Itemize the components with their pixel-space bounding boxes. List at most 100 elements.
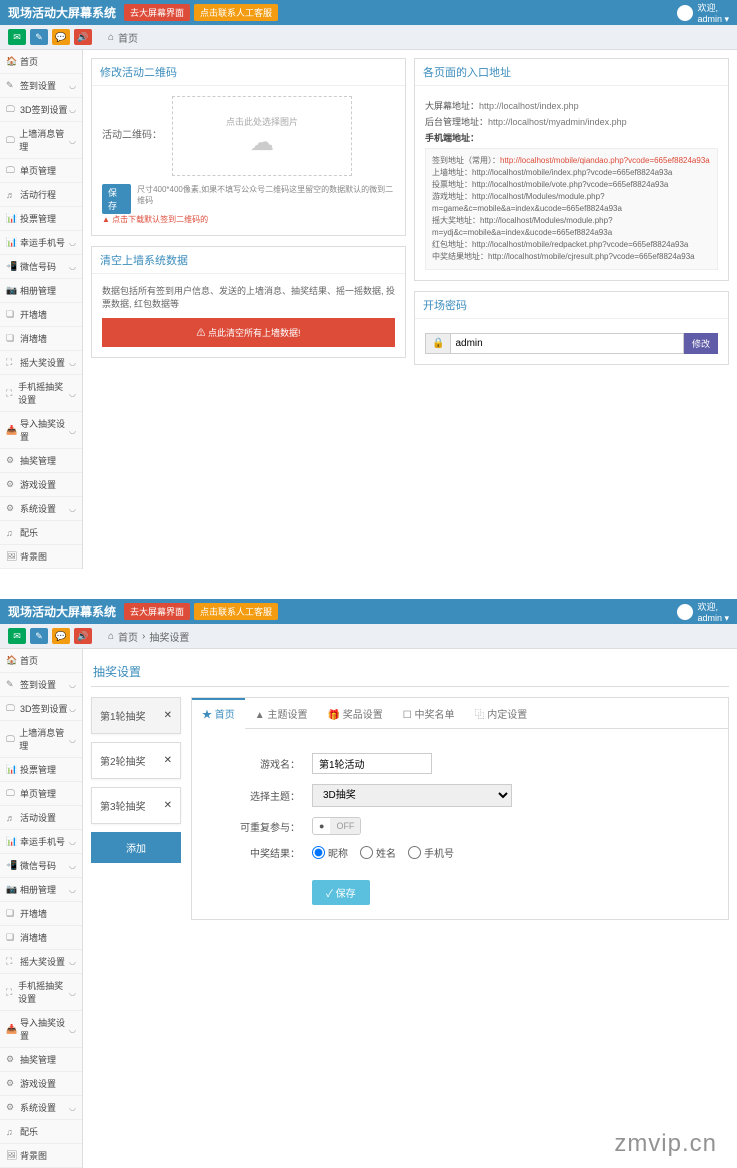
menu-icon: 📷 bbox=[6, 884, 16, 895]
submit-button[interactable]: ✓ 保存 bbox=[312, 880, 370, 905]
edit-icon[interactable]: ✎ bbox=[30, 628, 48, 644]
radio-phone[interactable]: 手机号 bbox=[408, 845, 454, 860]
wechat-icon[interactable]: ✉ bbox=[8, 628, 26, 644]
save-button[interactable]: 保存 bbox=[102, 184, 131, 214]
tab-winners[interactable]: ☐ 中奖名单 bbox=[393, 698, 465, 728]
comment-icon[interactable]: 💬 bbox=[52, 628, 70, 644]
contact-button[interactable]: 点击联系人工客服 bbox=[194, 4, 278, 21]
url-wall[interactable]: http://localhost/mobile/index.php?vcode=… bbox=[472, 168, 672, 177]
sidebar-item[interactable]: ⛶摇大奖设置◡ bbox=[0, 351, 82, 375]
user-menu[interactable]: 欢迎,admin ▾ bbox=[677, 1, 729, 25]
sidebar-item[interactable]: 📊投票管理 bbox=[0, 207, 82, 231]
tab-home[interactable]: ★ 首页 bbox=[192, 698, 245, 729]
menu-icon: ⛶ bbox=[6, 357, 16, 368]
sidebar-item[interactable]: ⚙系统设置◡ bbox=[0, 497, 82, 521]
round-item[interactable]: 第1轮抽奖 ✕ bbox=[91, 697, 181, 734]
name-input[interactable] bbox=[312, 753, 432, 774]
sidebar-label: 投票管理 bbox=[20, 212, 56, 225]
sidebar-item[interactable]: ⛶手机摇抽奖设置◡ bbox=[0, 375, 82, 412]
download-link[interactable]: ▲ 点击下载默认签到二维码的 bbox=[102, 214, 395, 225]
sidebar-item[interactable]: 📊投票管理 bbox=[0, 758, 82, 782]
menu-icon: ✎ bbox=[6, 679, 16, 690]
sidebar-item[interactable]: ❏消墙墙 bbox=[0, 926, 82, 950]
breadcrumb-home[interactable]: 首页 bbox=[118, 629, 138, 644]
round-item[interactable]: 第3轮抽奖 ✕ bbox=[91, 787, 181, 824]
delete-icon[interactable]: ✕ bbox=[164, 710, 172, 721]
url-redpacket[interactable]: http://localhost/mobile/redpacket.php?vc… bbox=[472, 240, 688, 249]
sidebar-item[interactable]: 🖵3D签到设置◡ bbox=[0, 98, 82, 122]
sidebar-item[interactable]: 📊幸运手机号◡ bbox=[0, 830, 82, 854]
name-label: 游戏名： bbox=[212, 756, 312, 771]
panel-title: 修改活动二维码 bbox=[92, 59, 405, 86]
sidebar-item[interactable]: ⚙系统设置◡ bbox=[0, 1096, 82, 1120]
sidebar-item[interactable]: ⚙游戏设置 bbox=[0, 473, 82, 497]
sound-icon[interactable]: 🔊 bbox=[74, 628, 92, 644]
sidebar-item[interactable]: 🏠首页 bbox=[0, 649, 82, 673]
sidebar-item[interactable]: ⛶摇大奖设置◡ bbox=[0, 950, 82, 974]
sidebar-item[interactable]: 📷相册管理◡ bbox=[0, 878, 82, 902]
theme-select[interactable]: 3D抽奖 bbox=[312, 784, 512, 807]
password-input[interactable] bbox=[450, 333, 684, 354]
url-bigscreen[interactable]: http://localhost/index.php bbox=[479, 101, 579, 111]
upload-area[interactable]: 点击此处选择图片 ☁ bbox=[172, 96, 352, 176]
menu-icon: ⚙ bbox=[6, 455, 16, 466]
sidebar-item[interactable]: 🖵单页管理 bbox=[0, 159, 82, 183]
sidebar-item[interactable]: ⚙游戏设置 bbox=[0, 1072, 82, 1096]
sidebar-item[interactable]: ♬活动设置 bbox=[0, 806, 82, 830]
tab-theme[interactable]: ▲ 主题设置 bbox=[245, 698, 318, 728]
sidebar-item[interactable]: 🖵上墙消息管理◡ bbox=[0, 721, 82, 758]
sidebar-item[interactable]: 🖵单页管理 bbox=[0, 782, 82, 806]
delete-icon[interactable]: ✕ bbox=[164, 755, 172, 766]
sidebar-item[interactable]: 🖵3D签到设置◡ bbox=[0, 697, 82, 721]
delete-icon[interactable]: ✕ bbox=[164, 800, 172, 811]
menu-icon: ❏ bbox=[6, 932, 16, 943]
radio-realname[interactable]: 姓名 bbox=[360, 845, 396, 860]
sidebar-item[interactable]: 🖼背景图 bbox=[0, 545, 82, 569]
sidebar-item[interactable]: ⚙抽奖管理 bbox=[0, 1048, 82, 1072]
avatar-icon bbox=[677, 604, 693, 620]
sidebar-item[interactable]: 📲微信号码◡ bbox=[0, 255, 82, 279]
sidebar-item[interactable]: ♬活动行程 bbox=[0, 183, 82, 207]
sidebar-item[interactable]: ⚙抽奖管理 bbox=[0, 449, 82, 473]
sidebar-item[interactable]: 🖼背景图 bbox=[0, 1144, 82, 1168]
sidebar-item[interactable]: ❏开墙墙 bbox=[0, 303, 82, 327]
sidebar-label: 3D签到设置 bbox=[20, 702, 68, 715]
round-item[interactable]: 第2轮抽奖 ✕ bbox=[91, 742, 181, 779]
url-vote[interactable]: http://localhost/mobile/vote.php?vcode=6… bbox=[472, 180, 668, 189]
tab-prize[interactable]: 🎁 奖品设置 bbox=[317, 698, 392, 728]
sidebar-item[interactable]: 📊幸运手机号◡ bbox=[0, 231, 82, 255]
comment-icon[interactable]: 💬 bbox=[52, 29, 70, 45]
add-round-button[interactable]: 添加 bbox=[91, 832, 181, 863]
contact-button[interactable]: 点击联系人工客服 bbox=[194, 603, 278, 620]
url-result[interactable]: http://localhost/mobile/cjresult.php?vco… bbox=[488, 252, 695, 261]
sidebar-item[interactable]: 🏠首页 bbox=[0, 50, 82, 74]
clear-button[interactable]: ⚠ 点此清空所有上墙数据! bbox=[102, 318, 395, 347]
user-menu[interactable]: 欢迎,admin ▾ bbox=[677, 600, 729, 624]
edit-icon[interactable]: ✎ bbox=[30, 29, 48, 45]
sidebar-item[interactable]: ♫配乐 bbox=[0, 521, 82, 545]
sidebar-item[interactable]: 📲微信号码◡ bbox=[0, 854, 82, 878]
bigscreen-button[interactable]: 去大屏幕界面 bbox=[124, 4, 190, 21]
sidebar-item[interactable]: 🖵上墙消息管理◡ bbox=[0, 122, 82, 159]
sidebar-item[interactable]: ⛶手机摇抽奖设置◡ bbox=[0, 974, 82, 1011]
sidebar-item[interactable]: ❏开墙墙 bbox=[0, 902, 82, 926]
url-admin[interactable]: http://localhost/myadmin/index.php bbox=[488, 117, 627, 127]
sidebar-item[interactable]: 📥导入抽奖设置◡ bbox=[0, 1011, 82, 1048]
wechat-icon[interactable]: ✉ bbox=[8, 29, 26, 45]
bigscreen-button[interactable]: 去大屏幕界面 bbox=[124, 603, 190, 620]
sidebar-item[interactable]: 📥导入抽奖设置◡ bbox=[0, 412, 82, 449]
breadcrumb-home[interactable]: 首页 bbox=[118, 30, 138, 45]
modify-button[interactable]: 修改 bbox=[684, 333, 718, 354]
sidebar-item[interactable]: 📷相册管理 bbox=[0, 279, 82, 303]
sidebar-item[interactable]: ✎签到设置◡ bbox=[0, 74, 82, 98]
tab-fixed[interactable]: ⿻ 内定设置 bbox=[464, 698, 537, 728]
sidebar-item[interactable]: ♫配乐 bbox=[0, 1120, 82, 1144]
save-hint: 尺寸400*400像素,如果不填写公众号二维码这里留空的数据默认的微到二维码 bbox=[137, 184, 395, 206]
radio-nickname[interactable]: 昵称 bbox=[312, 845, 348, 860]
sound-icon[interactable]: 🔊 bbox=[74, 29, 92, 45]
sidebar-label: 配乐 bbox=[20, 526, 38, 539]
repeat-toggle[interactable]: ●OFF bbox=[312, 817, 361, 835]
sidebar-item[interactable]: ❏消墙墙 bbox=[0, 327, 82, 351]
url-signin[interactable]: http://localhost/mobile/qiandao.php?vcod… bbox=[500, 156, 710, 165]
sidebar-item[interactable]: ✎签到设置◡ bbox=[0, 673, 82, 697]
